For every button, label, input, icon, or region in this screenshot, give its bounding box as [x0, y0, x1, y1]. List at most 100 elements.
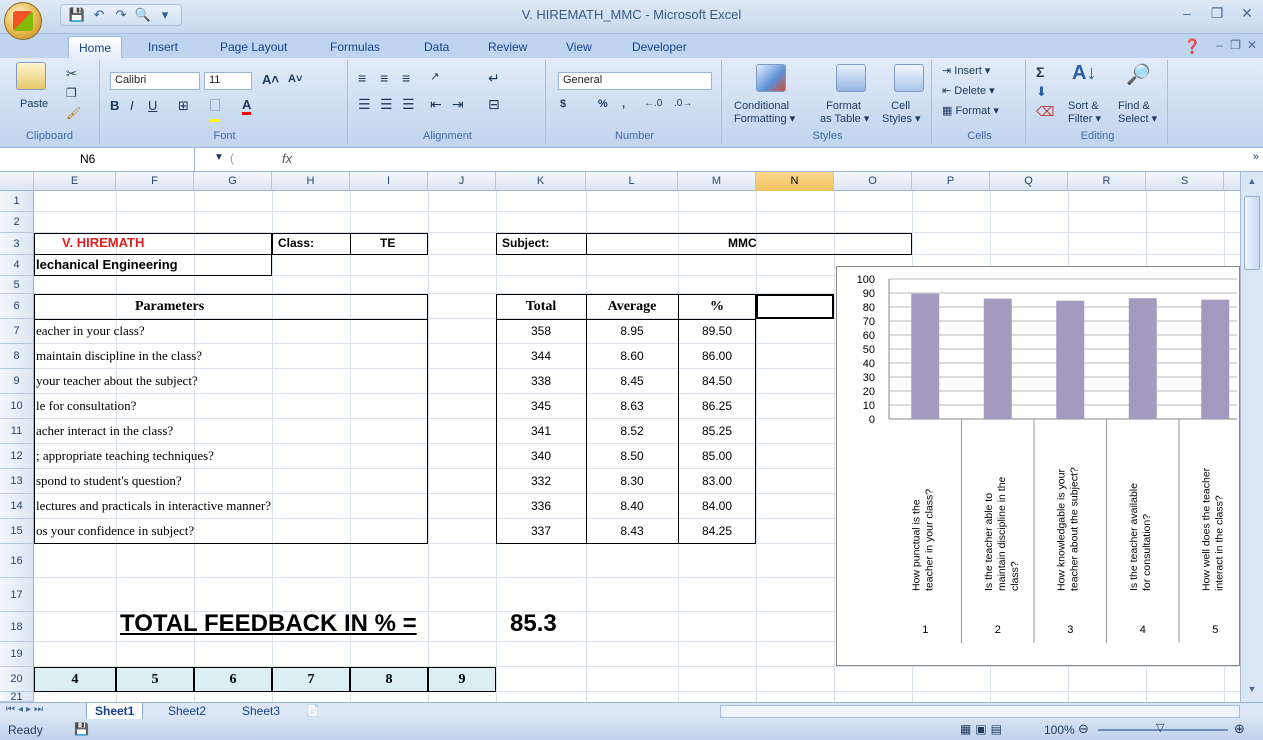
percent-cell[interactable]: 86.00 [678, 349, 756, 363]
row-header-8[interactable]: 8 [0, 344, 34, 369]
row20-cell[interactable]: 8 [350, 667, 428, 692]
font-name-combo[interactable]: Calibri [110, 72, 200, 90]
row20-cell[interactable]: 6 [194, 667, 272, 692]
grow-font-icon[interactable]: A˄ [262, 72, 279, 87]
tab-insert[interactable]: Insert [138, 36, 188, 58]
italic-icon[interactable]: I [130, 98, 134, 113]
col-header-k[interactable]: K [496, 172, 586, 191]
row-header-21[interactable]: 21 [0, 692, 34, 702]
parameter-cell[interactable]: maintain discipline in the class? [36, 348, 426, 364]
paste-icon[interactable] [16, 62, 46, 90]
fill-icon[interactable]: ⬇ [1036, 84, 1047, 100]
percent-cell[interactable]: 86.25 [678, 399, 756, 413]
align-center-icon[interactable]: ☰ [380, 96, 393, 113]
department[interactable]: lechanical Engineering [36, 257, 178, 272]
worksheet-grid[interactable]: E F G H I J K L M N O P Q R S 1234567891… [0, 172, 1240, 702]
row-header-9[interactable]: 9 [0, 369, 34, 394]
zoom-slider-thumb-icon[interactable]: ▽ [1156, 721, 1164, 734]
row-header-6[interactable]: 6 [0, 294, 34, 319]
percent-cell[interactable]: 83.00 [678, 474, 756, 488]
cell-styles-button[interactable]: Cell Styles ▾ [882, 100, 921, 125]
row-header-3[interactable]: 3 [0, 233, 34, 255]
paste-button[interactable]: Paste [20, 98, 48, 110]
average-cell[interactable]: 8.60 [586, 349, 678, 363]
average-cell[interactable]: 8.63 [586, 399, 678, 413]
total-cell[interactable]: 337 [496, 524, 586, 538]
minimize-icon[interactable]: – [1179, 5, 1195, 22]
average-cell[interactable]: 8.43 [586, 524, 678, 538]
col-header-o[interactable]: O [834, 172, 912, 191]
average-cell[interactable]: 8.30 [586, 474, 678, 488]
sheet-nav-icon[interactable]: ⏮◂▸⏭ [6, 704, 46, 715]
tab-home[interactable]: Home [68, 36, 123, 58]
close-icon[interactable]: ✕ [1239, 5, 1255, 22]
zoom-level[interactable]: 100% [1044, 723, 1075, 737]
col-header-f[interactable]: F [116, 172, 194, 191]
col-header-s[interactable]: S [1146, 172, 1224, 191]
total-cell[interactable]: 338 [496, 374, 586, 388]
find-select-button[interactable]: Find & Select ▾ [1118, 100, 1157, 125]
row-header-10[interactable]: 10 [0, 394, 34, 419]
conditional-formatting-icon[interactable] [756, 64, 786, 92]
align-bottom-icon[interactable]: ≡ [402, 70, 410, 86]
view-buttons-icon[interactable]: ▦▣▤ [960, 722, 1006, 736]
format-as-table-button[interactable]: Format as Table ▾ [820, 100, 869, 125]
font-color-icon[interactable]: A [242, 97, 252, 115]
currency-button[interactable]: $ [560, 98, 566, 110]
tab-view[interactable]: View [556, 36, 602, 58]
format-as-table-icon[interactable] [836, 64, 866, 92]
selected-cell-n6[interactable] [756, 294, 834, 319]
col-header-j[interactable]: J [428, 172, 496, 191]
tab-page-layout[interactable]: Page Layout [210, 36, 297, 58]
increase-indent-icon[interactable]: ⇥ [452, 96, 464, 113]
percent-header[interactable]: % [678, 299, 756, 315]
total-cell[interactable]: 332 [496, 474, 586, 488]
col-header-i[interactable]: I [350, 172, 428, 191]
class-value[interactable]: TE [380, 236, 395, 250]
help-icon[interactable]: ❓ [1184, 38, 1201, 55]
conditional-formatting-button[interactable]: Conditional Formatting ▾ [734, 100, 795, 125]
row-header-20[interactable]: 20 [0, 667, 34, 692]
col-header-p[interactable]: P [912, 172, 990, 191]
col-header-h[interactable]: H [272, 172, 350, 191]
expand-formula-bar-icon[interactable]: » [1253, 151, 1259, 163]
select-all-corner[interactable] [0, 172, 34, 191]
format-painter-icon[interactable]: 🖌 [66, 106, 81, 120]
total-header[interactable]: Total [496, 299, 586, 315]
clear-icon[interactable]: ⌫ [1036, 104, 1054, 120]
tab-data[interactable]: Data [414, 36, 459, 58]
row20-cell[interactable]: 4 [34, 667, 116, 692]
row-header-4[interactable]: 4 [0, 255, 34, 276]
scroll-down-icon[interactable]: ▼ [1244, 684, 1260, 698]
scroll-up-icon[interactable]: ▲ [1244, 176, 1260, 190]
row20-cell[interactable]: 9 [428, 667, 496, 692]
sheet-tab-2[interactable]: Sheet2 [160, 703, 214, 720]
merge-center-icon[interactable]: ⊟ [488, 96, 500, 113]
average-cell[interactable]: 8.40 [586, 499, 678, 513]
horizontal-scrollbar[interactable] [720, 705, 1240, 718]
wrap-text-icon[interactable]: ↵ [488, 70, 500, 87]
increase-decimal-icon[interactable]: ←.0 [644, 98, 662, 109]
row-header-2[interactable]: 2 [0, 212, 34, 233]
formula-input[interactable] [305, 150, 1245, 169]
shrink-font-icon[interactable]: A˅ [288, 73, 302, 85]
sort-filter-icon[interactable]: A↓ [1072, 62, 1096, 85]
copy-icon[interactable]: ❐ [66, 86, 77, 100]
total-cell[interactable]: 340 [496, 449, 586, 463]
restore-icon[interactable]: ❐ [1209, 5, 1225, 22]
col-header-q[interactable]: Q [990, 172, 1068, 191]
sheet-tab-3[interactable]: Sheet3 [234, 703, 288, 720]
insert-cells-button[interactable]: ⇥ Insert ▾ [942, 64, 990, 77]
col-header-m[interactable]: M [678, 172, 756, 191]
average-header[interactable]: Average [586, 299, 678, 315]
align-middle-icon[interactable]: ≡ [380, 70, 388, 86]
tab-formulas[interactable]: Formulas [320, 36, 390, 58]
total-feedback-value[interactable]: 85.3 [510, 610, 557, 638]
sheet-tab-1[interactable]: Sheet1 [86, 703, 144, 720]
cell-styles-icon[interactable] [894, 64, 924, 92]
decrease-decimal-icon[interactable]: .0→ [674, 98, 692, 109]
doc-minimize-icon[interactable]: – [1216, 38, 1223, 52]
parameters-header[interactable]: Parameters [135, 299, 204, 315]
vertical-scrollbar[interactable]: ▲ ▼ [1240, 172, 1263, 702]
percent-cell[interactable]: 85.00 [678, 449, 756, 463]
